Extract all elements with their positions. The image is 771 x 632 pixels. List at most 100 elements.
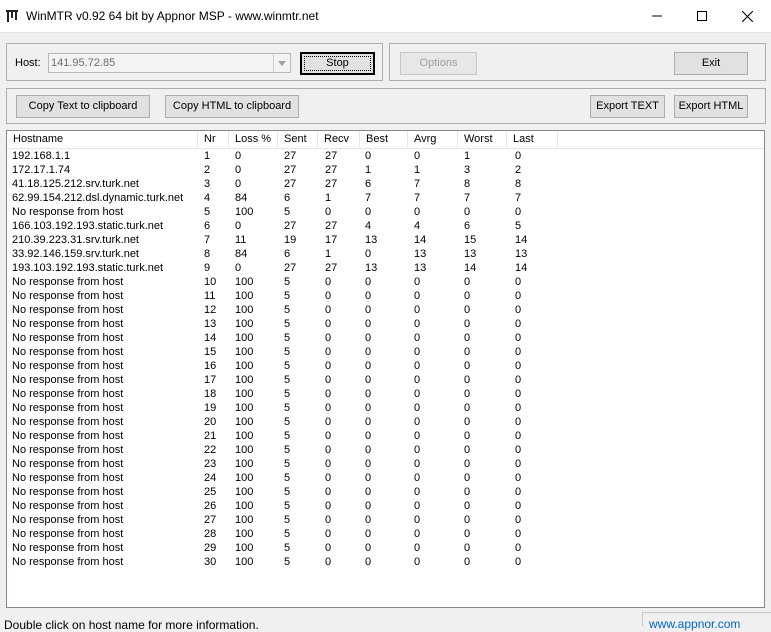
export-html-button[interactable]: Export HTML [674,95,748,118]
cell-last: 0 [515,360,522,372]
maximize-button[interactable] [679,0,725,32]
copy-html-button[interactable]: Copy HTML to clipboard [165,95,299,118]
cell-recv: 27 [325,178,338,190]
cell-last: 7 [515,192,522,204]
table-row[interactable]: No response from host 20 100 5 0 0 0 0 0 [7,415,764,429]
column-header-best[interactable]: Best [360,131,408,147]
table-row[interactable]: No response from host 18 100 5 0 0 0 0 0 [7,387,764,401]
table-row[interactable]: 210.39.223.31.srv.turk.net 7 11 19 17 13 14 15 1… [7,233,764,247]
cell-best: 0 [365,318,372,330]
cell-nr: 14 [204,332,217,344]
cell-sent: 5 [284,360,291,372]
cell-sent: 5 [284,486,291,498]
table-row[interactable]: 41.18.125.212.srv.turk.net 3 0 27 27 6 7 8 8 [7,177,764,191]
column-header-worst[interactable]: Worst [458,131,507,147]
results-list[interactable]: Hostname Nr Loss % Sent Recv Best Avrg Worst Las… [6,130,765,608]
cell-recv: 27 [325,262,338,274]
cell-loss: 100 [235,206,254,218]
cell-worst: 0 [464,304,471,316]
table-row[interactable]: 62.99.154.212.dsl.dynamic.turk.net 4 84 6 1 7… [7,191,764,205]
options-button[interactable]: Options [400,52,477,75]
cell-worst: 0 [464,486,471,498]
cell-avrg: 0 [414,304,421,316]
cell-last: 0 [515,556,522,568]
table-row[interactable]: No response from host 19 100 5 0 0 0 0 0 [7,401,764,415]
table-row[interactable]: No response from host 23 100 5 0 0 0 0 0 [7,457,764,471]
cell-last: 5 [515,220,522,232]
table-row[interactable]: No response from host 21 100 5 0 0 0 0 0 [7,429,764,443]
table-row[interactable]: No response from host 12 100 5 0 0 0 0 0 [7,303,764,317]
cell-best: 13 [365,262,378,274]
table-row[interactable]: No response from host 11 100 5 0 0 0 0 0 [7,289,764,303]
cell-last: 0 [515,486,522,498]
cell-best: 6 [365,178,372,190]
exit-button[interactable]: Exit [674,52,748,75]
export-text-button[interactable]: Export TEXT [590,95,665,118]
table-row[interactable]: No response from host 25 100 5 0 0 0 0 0 [7,485,764,499]
cell-recv: 0 [325,444,332,456]
cell-last: 0 [515,514,522,526]
cell-hostname: No response from host [12,346,124,358]
column-header-avrg[interactable]: Avrg [408,131,458,147]
table-row[interactable]: 166.103.192.193.static.turk.net 6 0 27 27 4 4 6… [7,219,764,233]
exit-button-label: Exit [701,57,721,69]
cell-recv: 0 [325,346,332,358]
export-html-button-label: Export HTML [678,100,744,112]
column-header-sent[interactable]: Sent [278,131,318,147]
table-row[interactable]: No response from host 27 100 5 0 0 0 0 0 [7,513,764,527]
cell-best: 0 [365,416,372,428]
column-header-loss[interactable]: Loss % [229,131,278,147]
cell-loss: 100 [235,542,254,554]
table-row[interactable]: No response from host 10 100 5 0 0 0 0 0 [7,275,764,289]
stop-button[interactable]: Stop [300,52,375,75]
cell-hostname: 172.17.1.74 [12,164,71,176]
table-row[interactable]: No response from host 16 100 5 0 0 0 0 0 [7,359,764,373]
list-header: Hostname Nr Loss % Sent Recv Best Avrg Worst Las… [7,131,764,149]
close-window-button[interactable] [724,0,770,32]
table-row[interactable]: 193.103.192.193.static.turk.net 9 0 27 27 13 1… [7,261,764,275]
cell-avrg: 0 [414,430,421,442]
table-row[interactable]: No response from host 15 100 5 0 0 0 0 0 [7,345,764,359]
copy-text-button[interactable]: Copy Text to clipboard [16,95,150,118]
cell-recv: 0 [325,276,332,288]
table-row[interactable]: No response from host 29 100 5 0 0 0 0 0 [7,541,764,555]
appnor-link[interactable]: www.appnor.com [649,617,740,631]
cell-nr: 15 [204,346,217,358]
column-header-recv[interactable]: Recv [318,131,360,147]
window-title: WinMTR v0.92 64 bit by Appnor MSP - www.… [26,9,319,23]
column-header-last[interactable]: Last [507,131,558,147]
cell-nr: 22 [204,444,217,456]
table-row[interactable]: No response from host 30 100 5 0 0 0 0 0 [7,555,764,569]
column-header-hostname[interactable]: Hostname [7,131,198,147]
cell-hostname: 62.99.154.212.dsl.dynamic.turk.net [12,192,184,204]
cell-last: 0 [515,458,522,470]
cell-hostname: No response from host [12,542,124,554]
table-row[interactable]: No response from host 22 100 5 0 0 0 0 0 [7,443,764,457]
table-row[interactable]: 33.92.146.159.srv.turk.net 8 84 6 1 0 13 13 13 [7,247,764,261]
table-row[interactable]: 192.168.1.1 1 0 27 27 0 0 1 0 [7,149,764,163]
column-header-nr[interactable]: Nr [198,131,229,147]
cell-recv: 27 [325,150,338,162]
cell-sent: 5 [284,556,291,568]
cell-loss: 100 [235,388,254,400]
table-row[interactable]: No response from host 5 100 5 0 0 0 0 0 [7,205,764,219]
table-row[interactable]: No response from host 24 100 5 0 0 0 0 0 [7,471,764,485]
host-combobox[interactable] [48,53,291,73]
cell-hostname: No response from host [12,556,124,568]
minimize-button[interactable] [634,0,680,32]
cell-loss: 100 [235,444,254,456]
cell-avrg: 0 [414,332,421,344]
table-row[interactable]: No response from host 17 100 5 0 0 0 0 0 [7,373,764,387]
chevron-down-icon[interactable] [273,54,290,72]
table-row[interactable]: 172.17.1.74 2 0 27 27 1 1 3 2 [7,163,764,177]
cell-hostname: No response from host [12,444,124,456]
cell-hostname: No response from host [12,388,124,400]
table-row[interactable]: No response from host 13 100 5 0 0 0 0 0 [7,317,764,331]
table-row[interactable]: No response from host 28 100 5 0 0 0 0 0 [7,527,764,541]
table-row[interactable]: No response from host 26 100 5 0 0 0 0 0 [7,499,764,513]
cell-recv: 27 [325,220,338,232]
cell-sent: 5 [284,514,291,526]
table-row[interactable]: No response from host 14 100 5 0 0 0 0 0 [7,331,764,345]
host-input[interactable] [51,55,271,71]
cell-hostname: No response from host [12,318,124,330]
